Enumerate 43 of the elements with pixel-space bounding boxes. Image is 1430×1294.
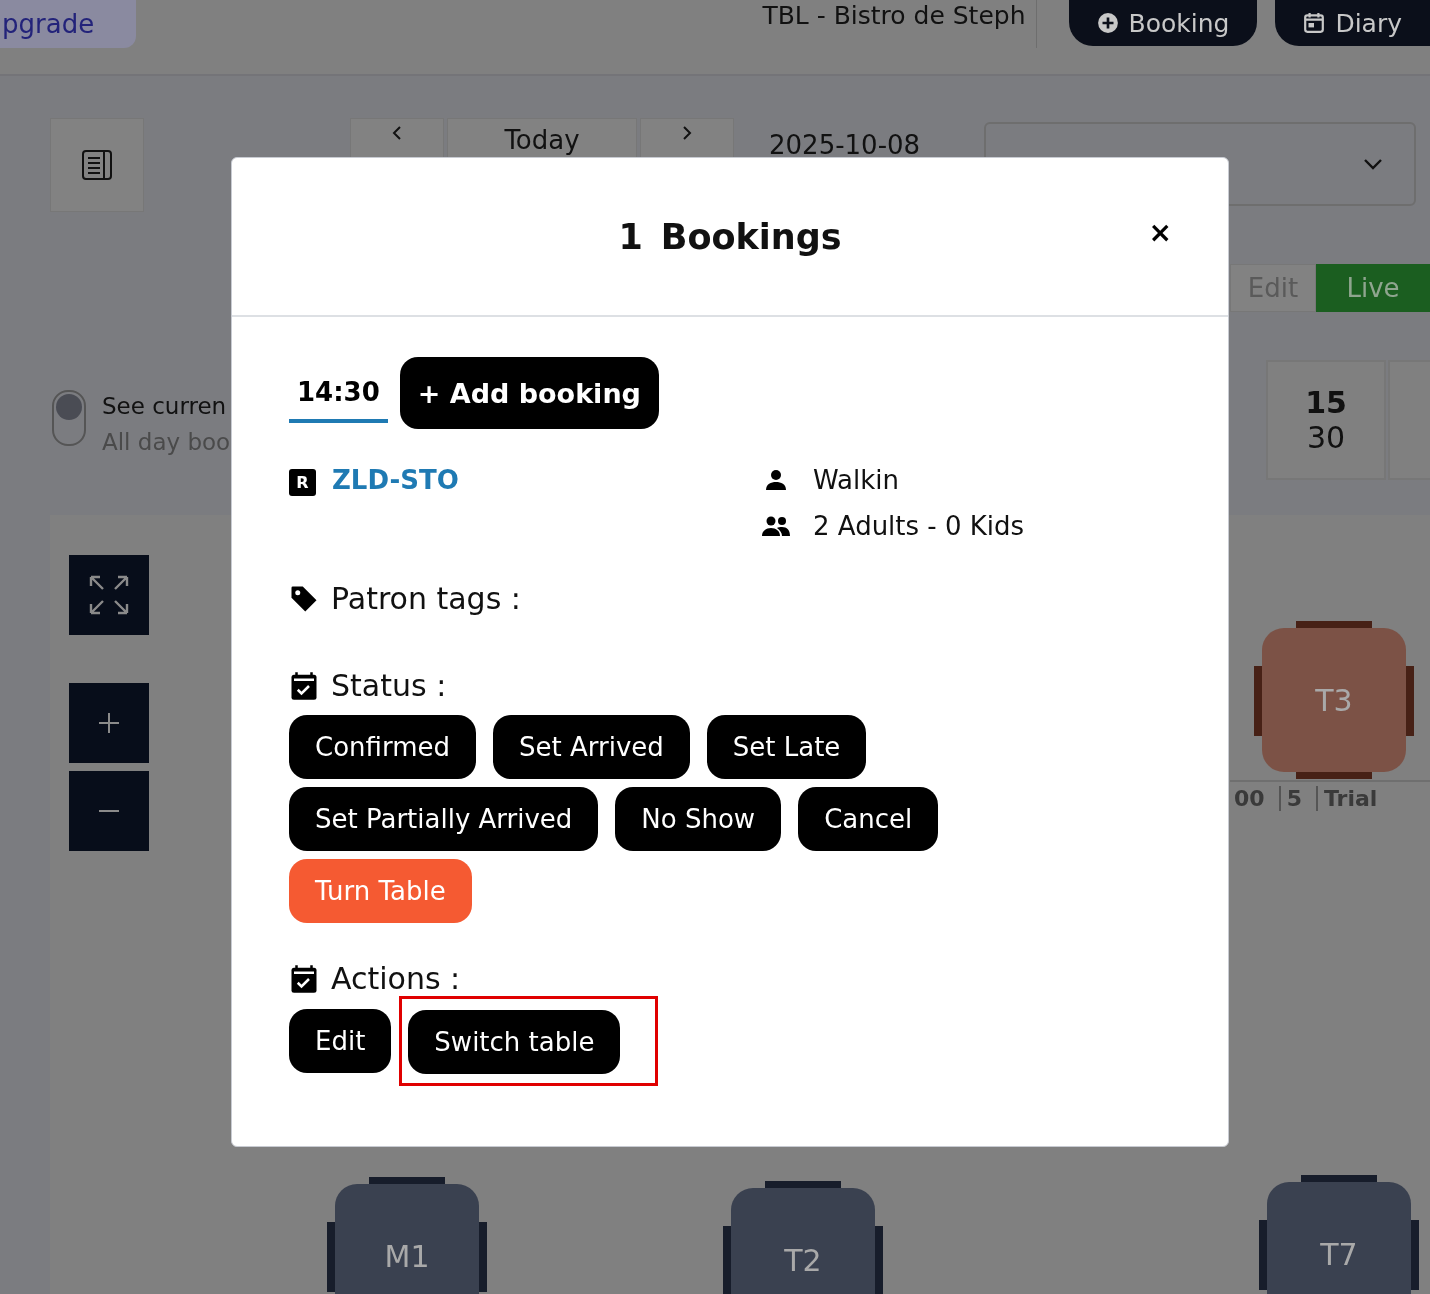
toggle-label: See curren — [102, 392, 228, 421]
people-icon — [761, 514, 791, 538]
close-button[interactable]: × — [1144, 216, 1176, 249]
upgrade-button[interactable]: pgrade — [0, 0, 136, 48]
patron-tags-label: Patron tags : — [331, 581, 521, 616]
status-button[interactable]: Cancel — [798, 787, 939, 851]
calendar-check-icon — [289, 963, 319, 994]
add-booking-button[interactable]: + Add booking — [399, 357, 659, 429]
status-button[interactable]: Set Late — [706, 715, 867, 779]
status-button[interactable]: Set Arrived — [493, 715, 690, 779]
booking-count: 1 — [618, 216, 643, 257]
status-label: Status : — [331, 668, 447, 703]
action-button[interactable]: Switch table — [408, 1010, 621, 1074]
date-label: 2025-10-08 — [769, 130, 921, 160]
table-info: Trial — [1315, 786, 1378, 811]
toggle-switch[interactable] — [52, 390, 86, 446]
plus-circle-icon — [1096, 12, 1119, 34]
status-button[interactable]: No Show — [615, 787, 782, 851]
list-view-button[interactable] — [50, 118, 144, 212]
calendar-icon — [1303, 12, 1326, 34]
calendar-check-icon — [289, 670, 319, 701]
list-icon — [80, 148, 114, 182]
dialog-title: Bookings — [660, 216, 842, 257]
reservation-badge: R — [289, 469, 316, 496]
minus-icon — [97, 809, 121, 813]
fullscreen-button[interactable] — [69, 555, 149, 635]
status-button[interactable]: Confirmed — [289, 715, 476, 779]
header-button[interactable]: Booking — [1068, 0, 1258, 46]
booking-reference-link[interactable]: ZLD-STO — [332, 465, 459, 495]
guest-name: Walkin — [813, 465, 899, 495]
party-size: 2 Adults - 0 Kids — [813, 511, 1025, 541]
table-info: 00 — [1233, 786, 1265, 811]
time-slot[interactable]: 15 30 — [1266, 360, 1386, 480]
venue-name: TBL - Bistro de Steph — [762, 0, 1026, 32]
actions-label: Actions : — [331, 961, 461, 996]
expand-icon — [87, 573, 131, 617]
plus-icon — [97, 711, 121, 735]
header-button[interactable]: Diary — [1275, 0, 1430, 46]
status-button[interactable]: Set Partially Arrived — [289, 787, 599, 851]
table-info: 5 — [1278, 786, 1302, 811]
action-button[interactable]: Edit — [289, 1009, 392, 1073]
chevron-down-icon — [1362, 157, 1385, 171]
time-tab[interactable]: 14:30 — [289, 363, 388, 423]
